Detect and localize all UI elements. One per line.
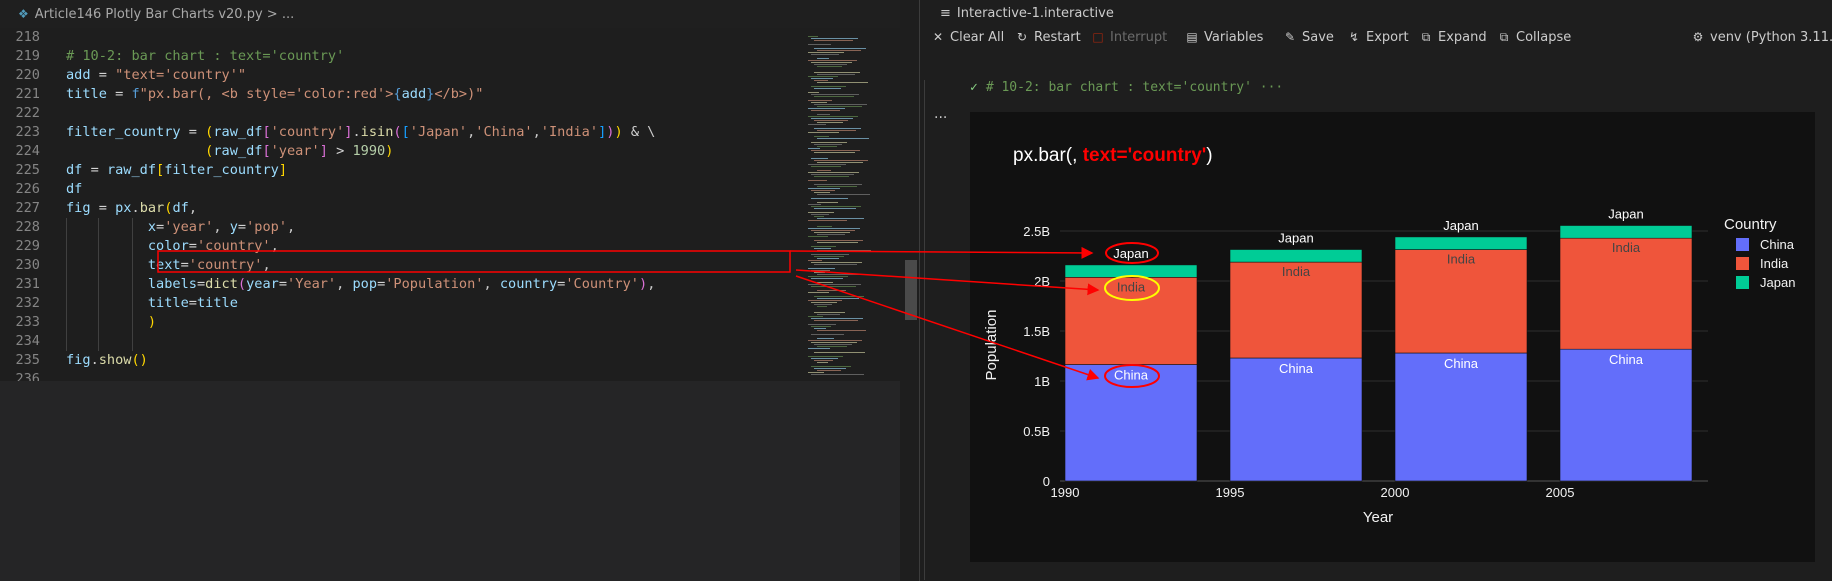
- legend-label-japan: Japan: [1760, 275, 1795, 290]
- bar-label-india: India: [1447, 252, 1476, 267]
- y-tick-label: 1.5B: [1023, 324, 1050, 339]
- chart-title-highlight: text='country': [1083, 145, 1207, 166]
- legend-swatch-japan: [1736, 276, 1749, 289]
- bar-label-india: India: [1282, 264, 1311, 279]
- bar-japan: [1229, 249, 1363, 263]
- y-tick-label: 1B: [1034, 374, 1050, 389]
- bar-china: [1559, 348, 1693, 482]
- chart-title: px.bar(, text='country'): [1013, 145, 1213, 166]
- bar-label-china: China: [1114, 368, 1149, 383]
- bar-chart[interactable]: px.bar(, text='country') 0 0.5B 1B 1.5B 2B 2.5…: [0, 0, 1832, 581]
- bar-label-china: China: [1609, 352, 1644, 367]
- bar-japan: [1559, 225, 1693, 239]
- legend-title: Country: [1724, 216, 1777, 233]
- bar-label-india: India: [1612, 240, 1641, 255]
- y-tick-label: 2B: [1034, 274, 1050, 289]
- y-axis-title: Population: [983, 310, 1000, 381]
- y-tick-label: 0: [1043, 474, 1050, 489]
- y-tick-label: 0.5B: [1023, 424, 1050, 439]
- x-tick-label: 2000: [1381, 485, 1410, 500]
- bar-label-japan: Japan: [1113, 246, 1148, 261]
- x-tick-label: 1990: [1051, 485, 1080, 500]
- x-tick-label: 1995: [1216, 485, 1245, 500]
- legend-swatch-india: [1736, 257, 1749, 270]
- x-axis-title: Year: [1363, 509, 1393, 526]
- y-tick-label: 2.5B: [1023, 224, 1050, 239]
- bar-china: [1394, 352, 1528, 482]
- bar-japan: [1064, 264, 1198, 278]
- bar-label-india: India: [1117, 279, 1146, 294]
- bar-china: [1229, 357, 1363, 482]
- chart-title-prefix: px.bar(,: [1013, 145, 1083, 166]
- bar-label-china: China: [1279, 361, 1314, 376]
- bar-label-japan: Japan: [1608, 207, 1643, 222]
- bar-label-japan: Japan: [1443, 218, 1478, 233]
- bar-japan: [1394, 236, 1528, 250]
- bar-label-china: China: [1444, 356, 1479, 371]
- chart-title-suffix: ): [1206, 145, 1212, 166]
- x-tick-label: 2005: [1546, 485, 1575, 500]
- legend-label-china: China: [1760, 237, 1795, 252]
- legend-swatch-china: [1736, 238, 1749, 251]
- legend-label-india: India: [1760, 256, 1789, 271]
- bar-label-japan: Japan: [1278, 231, 1313, 246]
